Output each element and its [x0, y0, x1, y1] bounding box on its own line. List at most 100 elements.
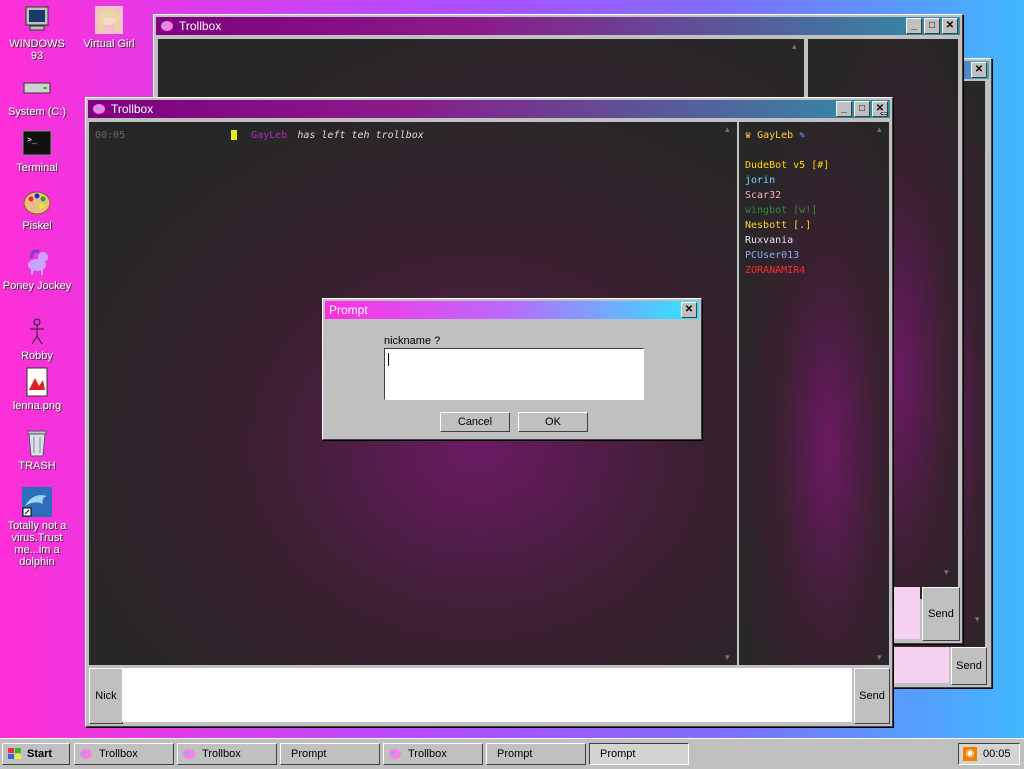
taskbar-item-label: Trollbox [408, 748, 447, 760]
desktop-icon-trash[interactable]: TRASH [2, 426, 72, 472]
nickname-input[interactable] [384, 348, 644, 400]
chat-user[interactable]: GayLeb [251, 130, 287, 141]
taskbar-item-label: Prompt [497, 748, 533, 760]
maximize-icon[interactable]: □ [924, 18, 940, 34]
dolphin-icon [22, 487, 52, 517]
current-user: ♛ GayLeb ✎ [745, 128, 805, 143]
desktop-icon-label: WINDOWS 93 [9, 38, 65, 62]
chat-message: has left teh trollbox [297, 130, 424, 141]
svg-text:>_: >_ [27, 135, 37, 144]
dialog-title: Prompt [329, 303, 368, 317]
desktop-icon-label: TRASH [18, 460, 56, 472]
desktop-icon-label: Piskel [22, 220, 52, 232]
palette-icon [23, 191, 51, 215]
rss-icon[interactable]: ◉ [963, 747, 977, 761]
trollbox-icon [93, 104, 105, 114]
chevron-down-icon[interactable]: ▾ [975, 614, 980, 625]
desktop-icon-label: Virtual Girl [83, 38, 135, 50]
user-list-item[interactable]: Ruxvania [745, 233, 829, 248]
desktop-icon-label: Poney Jockey [2, 280, 72, 292]
ok-button[interactable]: OK [518, 412, 588, 432]
chat-timestamp: 00:05 [95, 130, 126, 141]
minimize-icon[interactable]: _ [906, 18, 922, 34]
close-icon[interactable]: ✕ [681, 302, 697, 318]
maximize-icon[interactable]: □ [854, 101, 870, 117]
message-input[interactable] [122, 668, 852, 722]
desktop-icon-lenna[interactable]: lenna.png [2, 366, 72, 412]
taskbar-item-label: Trollbox [99, 748, 138, 760]
desktop-icon-terminal[interactable]: >_ Terminal [2, 128, 72, 174]
desktop-icon-label: Terminal [16, 162, 58, 174]
chevron-up-icon[interactable]: ▴ [877, 124, 882, 135]
image-file-icon [26, 367, 48, 397]
prompt-dialog[interactable]: Prompt ✕ nickname ? Cancel OK [322, 298, 702, 440]
taskbar-item-trollbox[interactable]: Trollbox [177, 743, 277, 765]
start-label: Start [27, 748, 53, 760]
clock: 00:05 [983, 748, 1011, 760]
message-input[interactable] [885, 647, 949, 683]
minimize-icon[interactable]: _ [836, 101, 852, 117]
send-button[interactable]: Send [951, 647, 987, 685]
trollbox-icon [183, 749, 195, 759]
chat-line: 00:05 GayLeb has left teh trollbox [95, 130, 715, 141]
close-icon[interactable]: ✕ [942, 18, 958, 34]
taskbar-item-label: Prompt [291, 748, 327, 760]
trollbox-icon [389, 749, 401, 759]
desktop-icon-dolphin[interactable]: Totally not a virus.Trust me...im a dolp… [2, 486, 72, 568]
computer-icon [25, 6, 49, 31]
desktop-icon-poney-jockey[interactable]: Poney Jockey [2, 246, 72, 292]
taskbar-item-prompt[interactable]: Prompt [486, 743, 586, 765]
desktop-icon-system[interactable]: System (C:) [2, 72, 72, 118]
trash-icon [27, 430, 47, 457]
system-tray: ◉ 00:05 [958, 743, 1020, 765]
desktop-icon-label: System (C:) [7, 106, 67, 118]
desktop-icon-label: lenna.png [12, 400, 62, 412]
user-list-item[interactable]: PCUser013 [745, 248, 829, 263]
text-caret [388, 353, 389, 366]
send-button[interactable]: Send [854, 668, 890, 724]
stickman-icon [30, 318, 44, 345]
trollbox-icon [161, 21, 173, 31]
taskbar-item-trollbox[interactable]: Trollbox [383, 743, 483, 765]
taskbar-item-prompt[interactable]: Prompt [589, 743, 689, 765]
title-bar[interactable]: Prompt ✕ [325, 301, 699, 319]
cancel-button[interactable]: Cancel [440, 412, 510, 432]
nick-button[interactable]: Nick [89, 668, 123, 724]
user-list-item[interactable]: Scar32 [745, 188, 829, 203]
girl-icon [95, 6, 123, 34]
close-icon[interactable]: ✕ [971, 62, 987, 78]
pony-icon [28, 249, 48, 275]
window-title: Trollbox [179, 19, 222, 33]
desktop-icon-label: Robby [21, 350, 53, 362]
user-list-item[interactable]: jorin [745, 173, 829, 188]
desktop-icon-label: Totally not a virus.Trust me...im a dolp… [7, 520, 67, 568]
chevron-up-icon[interactable]: ▴ [725, 124, 730, 135]
chevron-up-icon[interactable]: ▴ [792, 41, 797, 52]
desktop-icon-windows93[interactable]: WINDOWS 93 [2, 4, 72, 62]
taskbar-item-label: Trollbox [202, 748, 241, 760]
user-list-item[interactable]: Nesbott [.] [745, 218, 829, 233]
desktop-icon-virtual-girl[interactable]: Virtual Girl [74, 4, 144, 50]
chevron-down-icon[interactable]: ▾ [725, 652, 730, 663]
desktop-icon-piskel[interactable]: Piskel [2, 186, 72, 232]
drive-icon [23, 82, 51, 94]
start-button[interactable]: Start [2, 743, 70, 765]
user-list-item[interactable]: wingbot [w!] [745, 203, 829, 218]
pencil-icon[interactable]: ✎ [799, 130, 805, 141]
send-button[interactable]: Send [922, 587, 960, 641]
resize-cursor-icon: ⇔ [877, 104, 891, 120]
terminal-icon: >_ [22, 130, 52, 156]
taskbar: Start Trollbox Trollbox Prompt Trollbox … [0, 738, 1024, 769]
title-bar[interactable]: Trollbox _ □ ✕ [156, 17, 960, 35]
user-list-item[interactable]: ZORANAMIR4 [745, 263, 829, 278]
taskbar-item-label: Prompt [600, 748, 636, 760]
taskbar-item-trollbox[interactable]: Trollbox [74, 743, 174, 765]
user-list-items: DudeBot v5 [#] jorin Scar32 wingbot [w!]… [745, 158, 829, 278]
chevron-down-icon[interactable]: ▾ [877, 652, 882, 663]
title-bar[interactable]: Trollbox _ □ ✕ [88, 100, 890, 118]
user-list-item[interactable]: DudeBot v5 [#] [745, 158, 829, 173]
chevron-down-icon[interactable]: ▾ [944, 567, 949, 578]
prompt-question: nickname ? [384, 335, 441, 347]
desktop-icon-robby[interactable]: Robby [2, 316, 72, 362]
taskbar-item-prompt[interactable]: Prompt [280, 743, 380, 765]
